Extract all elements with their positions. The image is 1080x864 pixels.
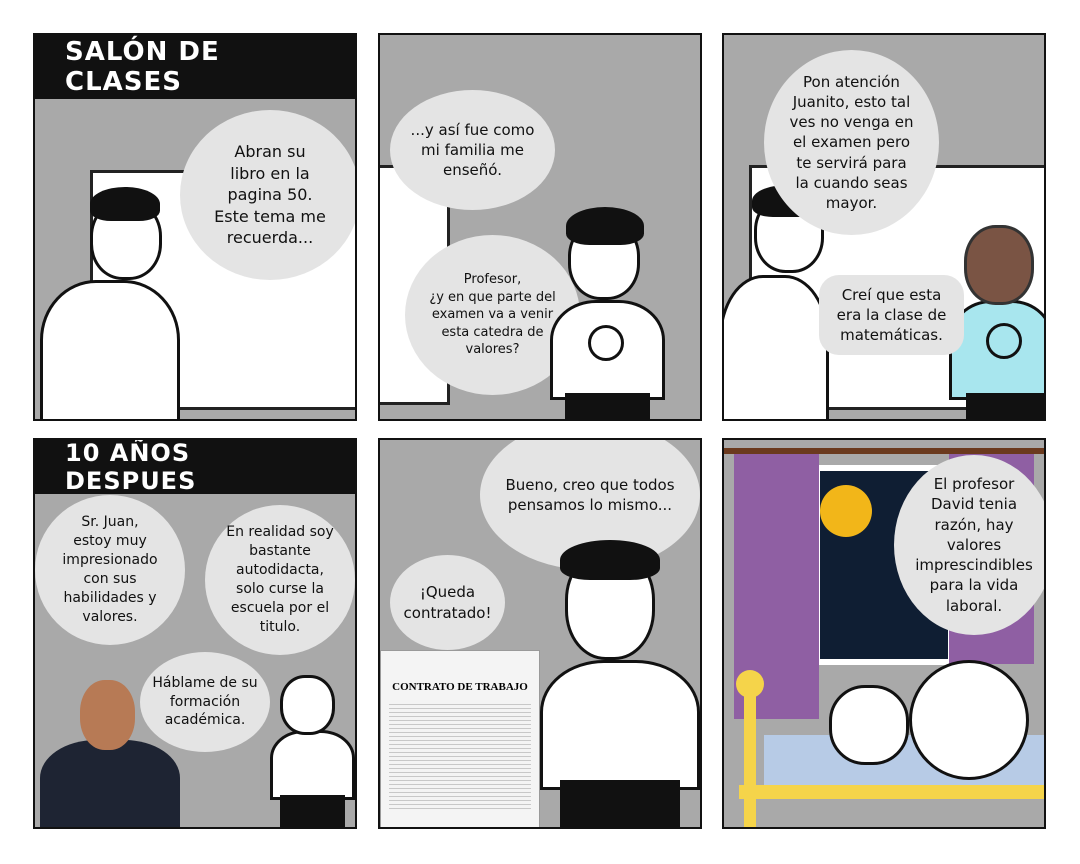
candidate-body bbox=[270, 730, 355, 800]
basketball-icon bbox=[986, 323, 1022, 359]
candidate-head bbox=[280, 675, 335, 735]
panel-2: ...y así fue como mi familia me enseñó. … bbox=[378, 33, 702, 421]
teacher-body bbox=[724, 275, 829, 419]
boss-body bbox=[540, 660, 700, 790]
candidate-pants bbox=[280, 795, 345, 827]
sleeping-man-body bbox=[909, 660, 1029, 780]
boss-pants bbox=[560, 780, 680, 827]
interviewer bbox=[40, 740, 180, 827]
student-pants bbox=[565, 393, 650, 419]
speech-bubble: Pon atención Juanito, esto tal ves no ve… bbox=[764, 50, 939, 235]
panel-title: 10 AÑOS DESPUES bbox=[35, 440, 355, 495]
interviewer-head bbox=[80, 680, 135, 750]
speech-bubble: ¡Queda contratado! bbox=[390, 555, 505, 650]
panel-title: SALÓN DE CLASES bbox=[35, 35, 355, 99]
boss-hair bbox=[560, 540, 660, 580]
panel-1: SALÓN DE CLASES Abran su libro en la pag… bbox=[33, 33, 357, 421]
speech-bubble: Háblame de su formación académica. bbox=[140, 652, 270, 752]
panel-5: Bueno, creo que todos pensamos lo mismo.… bbox=[378, 438, 702, 829]
moon-icon bbox=[820, 485, 872, 537]
contract-document: CONTRATO DE TRABAJO bbox=[380, 650, 540, 827]
contract-title: CONTRATO DE TRABAJO bbox=[392, 681, 528, 693]
bed-frame bbox=[739, 785, 1044, 799]
panel-4: 10 AÑOS DESPUES Sr. Juan, estoy muy impr… bbox=[33, 438, 357, 829]
bed-knob bbox=[736, 670, 764, 698]
teacher-body bbox=[40, 280, 180, 419]
basketball-icon bbox=[588, 325, 624, 361]
sleeping-man-head bbox=[829, 685, 909, 765]
speech-bubble: ...y así fue como mi familia me enseñó. bbox=[390, 90, 555, 210]
contract-text bbox=[389, 701, 531, 811]
speech-bubble: En realidad soy bastante autodidacta, so… bbox=[205, 505, 355, 655]
student-hair bbox=[566, 207, 644, 245]
panel-3: Pon atención Juanito, esto tal ves no ve… bbox=[722, 33, 1046, 421]
student-head bbox=[964, 225, 1034, 305]
speech-bubble: El profesor David tenia razón, hay valor… bbox=[894, 455, 1044, 635]
teacher-hair bbox=[90, 187, 160, 221]
panel-6: El profesor David tenia razón, hay valor… bbox=[722, 438, 1046, 829]
student-pants bbox=[966, 393, 1044, 419]
speech-bubble: Creí que esta era la clase de matemática… bbox=[819, 275, 964, 355]
bed-post bbox=[744, 685, 756, 827]
speech-bubble: Abran su libro en la pagina 50. Este tem… bbox=[180, 110, 355, 280]
speech-bubble: Sr. Juan, estoy muy impresionado con sus… bbox=[35, 495, 185, 645]
